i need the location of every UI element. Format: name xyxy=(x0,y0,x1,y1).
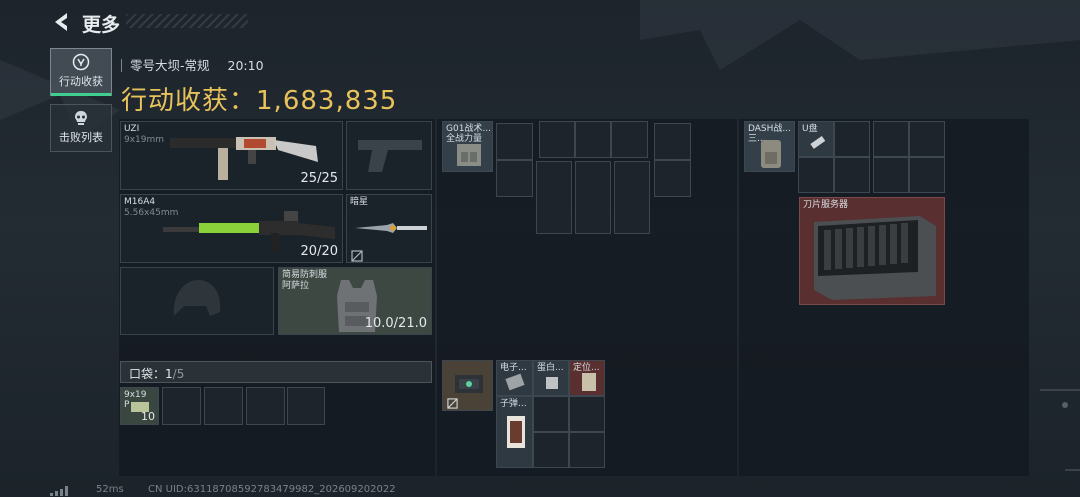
rig-cell[interactable] xyxy=(575,161,611,234)
tab-harvest-label: 行动收获 xyxy=(59,75,103,88)
ammo-name: 9x19 xyxy=(124,390,147,400)
harvest-value: 1,683,835 xyxy=(256,86,398,116)
backpack-cell[interactable] xyxy=(909,121,945,157)
backpack-cell[interactable] xyxy=(873,121,909,157)
harvest-total: 行动收获：1,683,835 xyxy=(121,80,397,117)
safe-cell[interactable] xyxy=(533,396,569,432)
signal-icon xyxy=(50,486,68,496)
rig-cell[interactable] xyxy=(539,121,575,158)
chest-rig-slot[interactable]: G01战术... 全战力量 xyxy=(442,121,493,172)
armor-variant: 阿萨拉 xyxy=(282,281,310,291)
protein-icon xyxy=(546,377,558,389)
weapon-ammo: 20/20 xyxy=(300,244,338,259)
armor-durability: 10.0/21.0 xyxy=(364,316,427,331)
pocket-empty-slot[interactable] xyxy=(287,387,325,425)
no-insure-icon xyxy=(351,250,363,262)
ammo-sub: P xyxy=(124,400,130,410)
usb-drive-icon xyxy=(810,135,826,149)
rig-cell[interactable] xyxy=(614,161,650,234)
back-arrow-icon[interactable] xyxy=(50,10,74,34)
safe-cell[interactable] xyxy=(569,396,605,432)
melee-name: 暗星 xyxy=(350,197,369,207)
pocket-total: /5 xyxy=(172,367,185,381)
backpack-cell[interactable] xyxy=(834,121,870,157)
tab-harvest[interactable]: 行动收获 xyxy=(50,48,112,96)
pocket-count: 1 xyxy=(165,367,173,381)
safe-item[interactable]: 电子... xyxy=(496,360,533,396)
weapon-name: UZI xyxy=(124,124,140,134)
skull-icon xyxy=(75,111,87,125)
pocket-empty-slot[interactable] xyxy=(204,387,243,425)
rig-name: G01战术... xyxy=(446,124,492,134)
backpack-cell[interactable] xyxy=(909,157,945,193)
backpack-cell[interactable] xyxy=(834,157,870,193)
rig-cell[interactable] xyxy=(496,160,533,197)
armor-name: 简易防刺服 xyxy=(282,270,328,280)
chest-rig-icon xyxy=(457,144,481,166)
bag-item-label: U盘 xyxy=(802,124,818,134)
pocket-item-ammo[interactable]: 9x19 P 10 xyxy=(120,387,159,425)
rig-cell[interactable] xyxy=(536,161,572,234)
melee-slot[interactable]: 暗星 xyxy=(346,194,432,263)
page-title: 更多 xyxy=(82,14,121,36)
ammo-qty: 10 xyxy=(141,410,155,423)
weapon-ammo: 25/25 xyxy=(300,171,338,186)
backpack-item-usb[interactable]: U盘 xyxy=(798,121,834,157)
backpack-icon xyxy=(761,140,781,168)
pistol-silhouette-icon xyxy=(358,140,422,172)
divider xyxy=(121,59,122,72)
safe-item-label: 电子... xyxy=(500,363,527,373)
safe-box-slot[interactable] xyxy=(442,360,493,411)
backpack-item-blade-server[interactable]: 刀片服务器 xyxy=(799,197,945,305)
pistol-slot[interactable] xyxy=(346,121,432,190)
safe-item-label: 子弹... xyxy=(500,399,527,409)
bag-item-label: 刀片服务器 xyxy=(803,200,849,210)
header-decoration xyxy=(126,14,248,28)
helmet-slot[interactable] xyxy=(120,267,274,335)
backpack-slot[interactable]: DASH战... 三... xyxy=(744,121,795,172)
rig-cell[interactable] xyxy=(654,123,691,160)
armor-slot[interactable]: 简易防刺服 阿萨拉 10.0/21.0 xyxy=(278,267,432,335)
blade-server-icon xyxy=(814,216,936,300)
weapon-caliber: 9x19mm xyxy=(124,135,165,145)
rig-cell[interactable] xyxy=(654,160,691,197)
safe-item[interactable]: 定位... xyxy=(569,360,605,396)
active-tab-indicator xyxy=(51,93,111,96)
helmet-silhouette-icon xyxy=(173,280,221,316)
match-time: 20:10 xyxy=(227,58,264,73)
rig-cell[interactable] xyxy=(496,123,533,160)
harvest-label: 行动收获： xyxy=(121,86,257,116)
weapon-name: M16A4 xyxy=(124,197,156,207)
pocket-header: 口袋：1/5 xyxy=(120,361,432,383)
tab-kill-list[interactable]: 击败列表 xyxy=(50,104,112,152)
electronics-icon xyxy=(505,373,525,391)
pocket-empty-slot[interactable] xyxy=(162,387,201,425)
pocket-empty-slot[interactable] xyxy=(246,387,285,425)
safe-item[interactable]: 蛋白... xyxy=(533,360,569,396)
rig-cell[interactable] xyxy=(611,121,648,158)
card-icon xyxy=(507,416,525,448)
pocket-label: 口袋： xyxy=(129,367,166,381)
no-insure-icon xyxy=(447,398,458,409)
safe-box-icon xyxy=(455,375,483,393)
match-info: 零号大坝-常规 20:10 xyxy=(121,55,264,74)
backpack-cell[interactable] xyxy=(798,157,834,193)
safe-item-tall[interactable]: 子弹... xyxy=(496,396,533,468)
backpack-name: DASH战... xyxy=(748,124,791,134)
safe-cell[interactable] xyxy=(569,432,605,468)
safe-cell[interactable] xyxy=(533,432,569,468)
harvest-icon xyxy=(72,53,90,71)
rig-cell[interactable] xyxy=(575,121,611,158)
locator-icon xyxy=(582,373,596,391)
knife-icon xyxy=(355,223,427,233)
ping-text: 52ms xyxy=(96,484,124,495)
backpack-cell[interactable] xyxy=(873,157,909,193)
safe-item-label: 蛋白... xyxy=(537,363,564,373)
primary-weapon-slot[interactable]: UZI 9x19mm 25/25 xyxy=(120,121,343,190)
tab-kill-list-label: 击败列表 xyxy=(59,131,103,144)
secondary-weapon-slot[interactable]: M16A4 5.56x45mm 20/20 xyxy=(120,194,343,263)
uid-text: CN UID:6311870859278347998​2_20260920202… xyxy=(148,484,396,495)
map-name: 零号大坝-常规 xyxy=(130,58,210,73)
